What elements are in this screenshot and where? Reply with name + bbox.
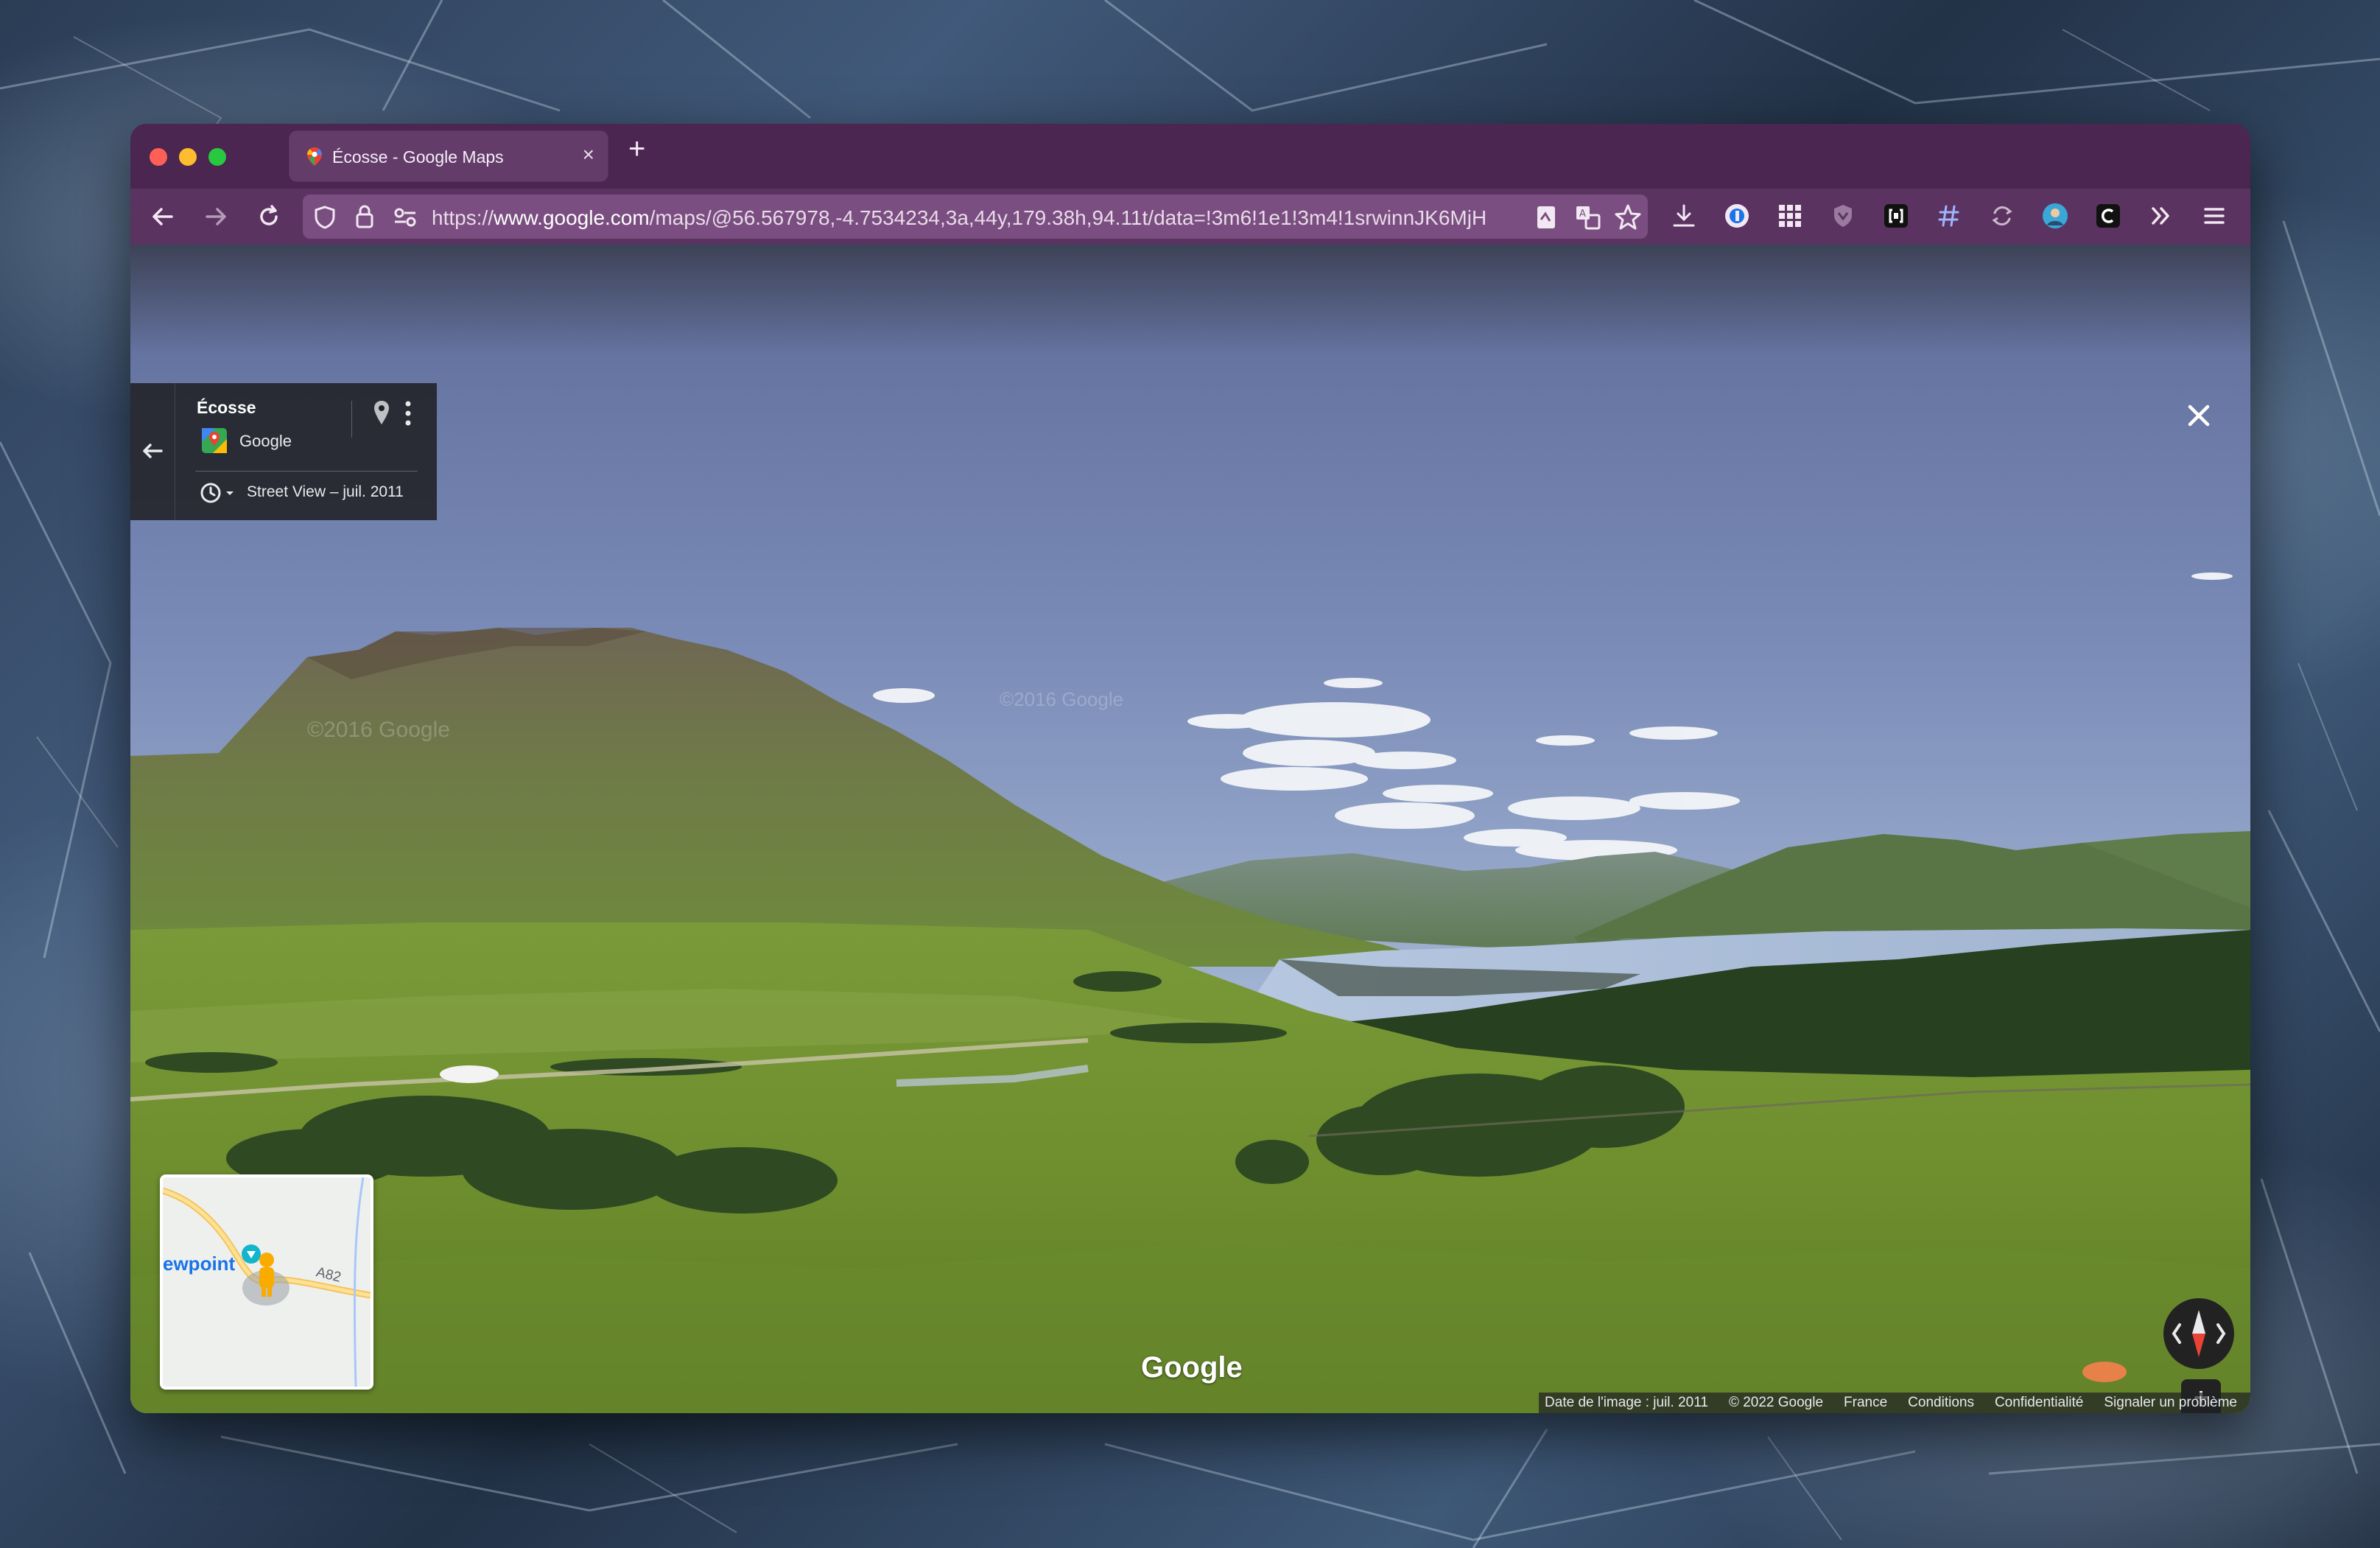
browser-window: Écosse - Google Maps × + https://www.goo… [130, 124, 2250, 1413]
url-text: https://www.google.com/maps/@56.567978,-… [432, 206, 1518, 230]
privacy-link[interactable]: Confidentialité [1995, 1395, 2083, 1411]
url-scheme: https:// [432, 206, 494, 229]
hamburger-menu-icon[interactable] [2200, 202, 2228, 230]
minimize-window-button[interactable] [179, 148, 197, 166]
compass-button[interactable] [2163, 1298, 2234, 1369]
map-footer: Date de l'image : juil. 2011 © 2022 Goog… [1539, 1393, 2250, 1413]
country-link[interactable]: France [1844, 1395, 1887, 1411]
capture-date-label[interactable]: Street View – juil. 2011 [247, 483, 404, 501]
back-button[interactable] [150, 203, 176, 230]
watermark-center: ©2016 Google [1000, 688, 1124, 710]
streetview-panorama[interactable] [130, 245, 2250, 1413]
reload-button[interactable] [256, 203, 282, 230]
download-icon[interactable] [1670, 202, 1698, 230]
grid-icon[interactable] [1776, 202, 1804, 230]
location-info-card: Écosse Google Street View – juil. 2011 [130, 383, 437, 520]
tab-close-button[interactable]: × [583, 143, 594, 167]
google-maps-app-icon [202, 428, 227, 453]
streetview-viewport[interactable]: ©2016 Google ©2016 Google Écosse Google [130, 245, 2250, 1413]
shield-extension-icon[interactable] [1829, 202, 1857, 230]
permissions-icon[interactable] [393, 206, 418, 228]
navigation-toolbar: https://www.google.com/maps/@56.567978,-… [130, 189, 2250, 245]
minimap-place-label: ewpoint [163, 1253, 236, 1275]
hash-extension-icon[interactable] [1935, 202, 1963, 230]
close-window-button[interactable] [150, 148, 167, 166]
compass-needle-icon [2172, 1310, 2226, 1357]
url-path: /maps/@56.567978,-4.7534234,3a,44y,179.3… [649, 206, 1487, 229]
location-pin-icon[interactable] [372, 399, 391, 427]
lock-icon[interactable] [354, 203, 375, 230]
bookmark-star-icon[interactable] [1614, 203, 1642, 231]
google-maps-pin-icon [307, 147, 322, 166]
translate-icon[interactable]: A [1574, 203, 1602, 231]
time-travel-history-icon[interactable] [198, 480, 236, 505]
bracket-extension-icon[interactable] [1882, 202, 1910, 230]
back-arrow-icon [143, 444, 163, 458]
more-options-icon[interactable] [403, 399, 413, 427]
location-title: Écosse [197, 398, 256, 417]
divider [195, 471, 418, 472]
profile-avatar-icon[interactable] [2041, 202, 2069, 230]
back-to-map-button[interactable] [130, 383, 175, 520]
report-problem-link[interactable]: Signaler un problème [2104, 1395, 2237, 1411]
extension-1password-icon[interactable] [1723, 202, 1751, 230]
url-host: www.google.com [494, 206, 650, 229]
image-date-text: Date de l'image : juil. 2011 [1545, 1395, 1708, 1410]
minimap[interactable]: ewpoint A82 [160, 1174, 373, 1390]
watermark-left: ©2016 Google [307, 718, 450, 742]
close-streetview-button[interactable] [2183, 399, 2215, 432]
desktop: { "desktop": { "wallpaper": "frozen-ice-… [0, 0, 2380, 1548]
copyright-text: © 2022 Google [1728, 1395, 1824, 1410]
maximize-window-button[interactable] [208, 148, 226, 166]
terms-link[interactable]: Conditions [1908, 1395, 1974, 1411]
sync-icon[interactable] [1988, 202, 2016, 230]
address-bar[interactable]: https://www.google.com/maps/@56.567978,-… [303, 195, 1648, 239]
forward-button[interactable] [203, 203, 229, 230]
page-icon[interactable] [1533, 203, 1561, 231]
photo-owner: Google [239, 432, 292, 450]
new-tab-button[interactable]: + [628, 133, 645, 166]
overflow-chevrons-icon[interactable] [2147, 202, 2175, 230]
tracking-shield-icon[interactable] [313, 205, 337, 230]
tab-google-maps[interactable]: Écosse - Google Maps × [289, 131, 608, 181]
google-logo: Google [1141, 1351, 1243, 1384]
c-extension-icon[interactable] [2094, 202, 2122, 230]
divider [351, 401, 352, 438]
tab-strip: Écosse - Google Maps × + [130, 124, 2250, 189]
svg-text:A: A [1579, 209, 1586, 220]
tab-title: Écosse - Google Maps [332, 147, 504, 167]
